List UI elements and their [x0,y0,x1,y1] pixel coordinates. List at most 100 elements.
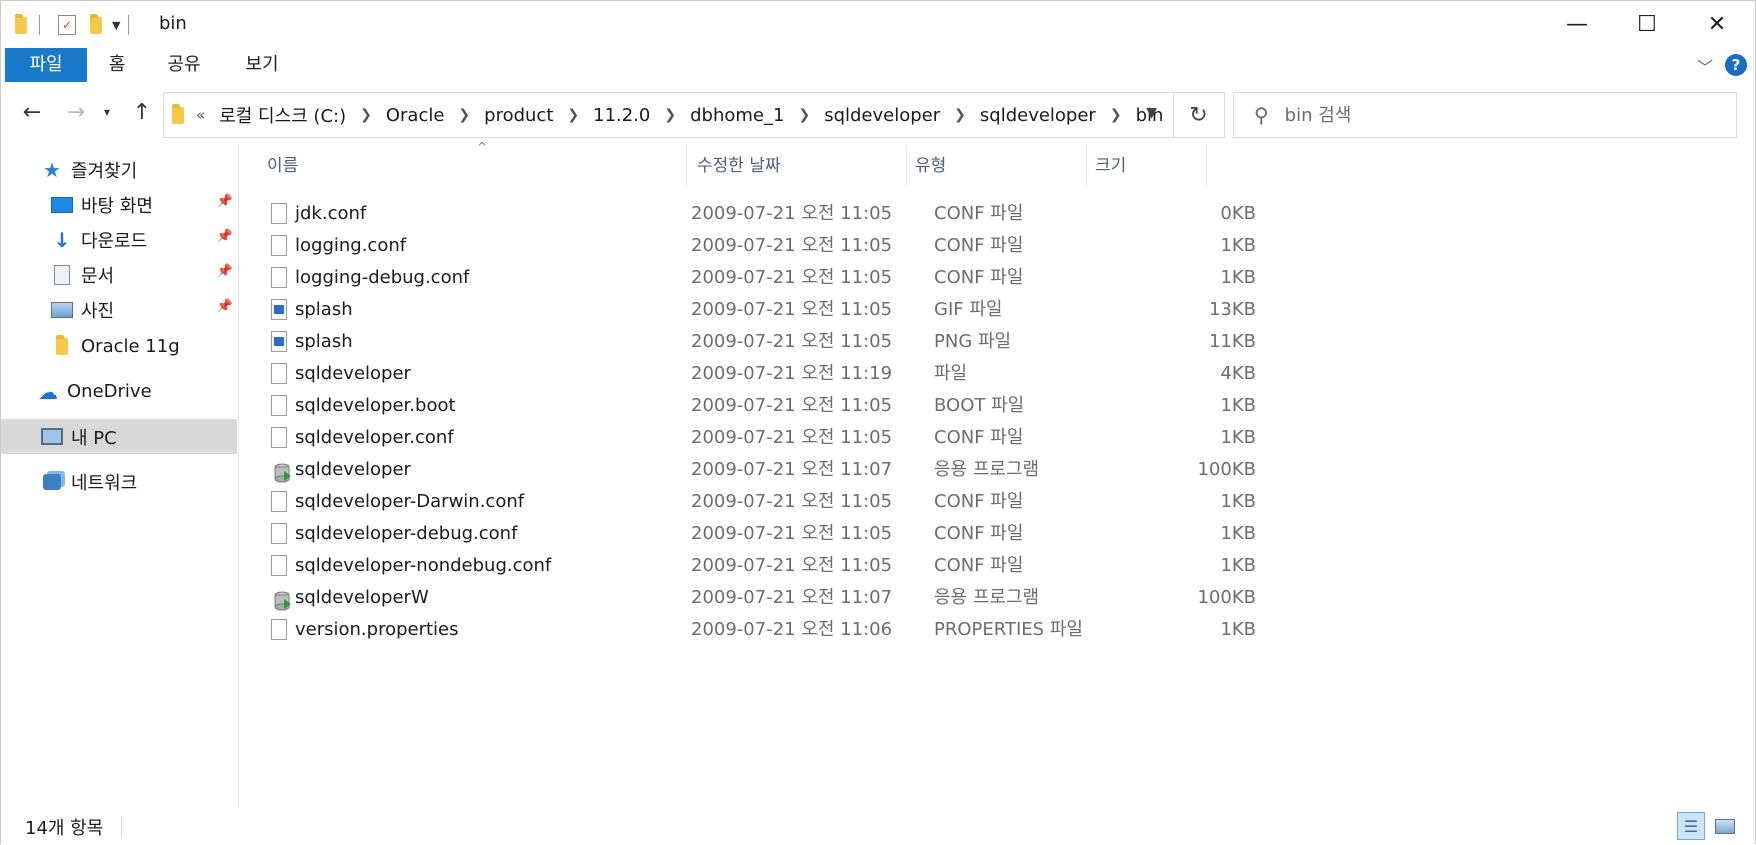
chevron-right-icon[interactable]: ❯ [954,107,966,123]
sidebar-item-documents[interactable]: 문서 📌 [1,257,237,292]
breadcrumb-item[interactable]: 로컬 디스크 (C:) [219,102,346,128]
column-header-name[interactable]: 이름 [259,146,687,186]
breadcrumb-item[interactable]: dbhome_1 [690,105,784,126]
sidebar-item-onedrive[interactable]: ☁ OneDrive [1,374,237,409]
file-type: BOOT 파일 [934,395,1025,416]
large-icons-view-icon [1715,818,1735,834]
breadcrumb-item[interactable]: sqldeveloper [980,105,1096,126]
search-input[interactable] [1282,103,1707,127]
refresh-button[interactable]: ↻ [1173,92,1225,138]
customize-toolbar-dropdown-icon[interactable]: ▼ [112,19,120,32]
breadcrumb-item[interactable]: sqldeveloper [824,105,940,126]
item-count: 14개 항목 [25,818,104,839]
file-size: 1KB [1220,267,1256,288]
file-row[interactable]: sqldeveloper-debug.conf 2009-07-21 오전 11:… [265,518,1523,550]
breadcrumb-item[interactable]: 11.2.0 [593,105,650,126]
file-date: 2009-07-21 오전 11:05 [691,235,893,256]
large-icons-view-button[interactable] [1711,812,1739,840]
file-row[interactable]: jdk.conf 2009-07-21 오전 11:05 CONF 파일 0KB [265,198,1523,230]
chevron-right-icon[interactable]: ❯ [1110,107,1122,123]
file-date: 2009-07-21 오전 11:05 [691,395,893,416]
file-row[interactable]: logging.conf 2009-07-21 오전 11:05 CONF 파일 1K… [265,230,1523,262]
file-type: 파일 [934,363,968,384]
file-row[interactable]: splash 2009-07-21 오전 11:05 GIF 파일 13KB [265,294,1523,326]
column-header-date[interactable]: 수정한 날짜 [689,146,907,186]
file-row[interactable]: sqldeveloper 2009-07-21 오전 11:07 응용 프로그램 10… [265,454,1523,486]
minimize-button[interactable]: — [1542,1,1612,48]
chevron-right-icon[interactable]: ❯ [798,107,810,123]
new-folder-icon[interactable] [90,13,102,34]
sidebar-item-desktop[interactable]: 바탕 화면 📌 [1,187,237,222]
chevron-down-icon: ▾ [103,105,111,119]
pin-icon[interactable]: 📌 [217,299,233,314]
sidebar-item-label: 네트워크 [71,472,138,494]
address-history-dropdown-icon[interactable]: ▼ [1146,105,1157,121]
sidebar-item-this-pc[interactable]: 내 PC [1,419,237,454]
forward-button[interactable]: → [61,94,91,130]
folder-icon [15,13,27,34]
file-type: GIF 파일 [934,299,1003,320]
breadcrumb-item[interactable]: product [484,105,553,126]
expand-ribbon-chevron-icon[interactable]: ﹀ [1697,54,1713,78]
pictures-icon [51,299,73,321]
toolbar-separator [128,15,130,35]
refresh-icon: ↻ [1189,102,1208,128]
file-date: 2009-07-21 오전 11:07 [691,587,893,608]
sidebar-item-favorites[interactable]: ★ 즐겨찾기 [1,152,237,187]
file-row[interactable]: logging-debug.conf 2009-07-21 오전 11:05 CON… [265,262,1523,294]
file-row[interactable]: splash 2009-07-21 오전 11:05 PNG 파일 11KB [265,326,1523,358]
file-size: 1KB [1220,427,1256,448]
network-icon [41,471,63,493]
search-icon: ⚲ [1254,103,1269,127]
pin-icon[interactable]: 📌 [217,194,233,209]
tab-share[interactable]: 공유 [159,48,209,82]
file-icon [271,427,287,448]
column-header-type[interactable]: 유형 [907,146,1087,186]
tab-home[interactable]: 홈 [97,48,137,82]
title-bar: ✓ ▼ bin — ☐ ✕ [1,1,1755,48]
file-date: 2009-07-21 오전 11:05 [691,427,893,448]
chevron-right-icon[interactable]: ❯ [360,107,372,123]
sidebar-item-oracle-11g[interactable]: Oracle 11g [1,329,237,364]
file-size: 1KB [1220,555,1256,576]
address-bar[interactable]: « 로컬 디스크 (C:) ❯ Oracle ❯ product ❯ 11.2.… [163,92,1174,138]
breadcrumb-item[interactable]: Oracle [386,105,445,126]
file-icon [271,235,287,256]
file-row[interactable]: sqldeveloperW 2009-07-21 오전 11:07 응용 프로그램 1… [265,582,1523,614]
cloud-icon: ☁ [38,379,58,404]
file-row[interactable]: sqldeveloper 2009-07-21 오전 11:19 파일 4KB [265,358,1523,390]
file-row[interactable]: sqldeveloper.boot 2009-07-21 오전 11:05 BOOT… [265,390,1523,422]
file-icon [271,555,287,576]
sidebar-item-downloads[interactable]: ↓ 다운로드 📌 [1,222,237,257]
chevron-right-icon[interactable]: ❯ [458,107,470,123]
pin-icon[interactable]: 📌 [217,264,233,279]
tab-view[interactable]: 보기 [237,48,287,82]
sidebar-item-network[interactable]: 네트워크 [1,464,237,499]
image-file-icon [271,299,287,320]
properties-icon[interactable]: ✓ [58,15,76,35]
pin-icon[interactable]: 📌 [217,229,233,244]
recent-locations-button[interactable]: ▾ [97,94,117,130]
file-name: sqldeveloperW [295,587,429,608]
column-header-size[interactable]: 크기 [1087,146,1207,186]
file-row[interactable]: sqldeveloper-Darwin.conf 2009-07-21 오전 11… [265,486,1523,518]
chevron-right-icon[interactable]: ❯ [567,107,579,123]
search-box[interactable]: ⚲ [1233,92,1737,138]
help-button[interactable]: ? [1725,54,1747,76]
details-view-button[interactable]: ☰ [1677,812,1705,840]
file-row[interactable]: sqldeveloper.conf 2009-07-21 오전 11:05 CONF… [265,422,1523,454]
file-row[interactable]: version.properties 2009-07-21 오전 11:06 PRO… [265,614,1523,646]
address-overflow[interactable]: « [196,106,205,124]
tab-file[interactable]: 파일 [5,48,87,82]
breadcrumb: 로컬 디스크 (C:) ❯ Oracle ❯ product ❯ 11.2.0 … [219,102,1163,128]
up-button[interactable]: ↑ [127,94,157,130]
file-row[interactable]: sqldeveloper-nondebug.conf 2009-07-21 오전 … [265,550,1523,582]
file-icon [271,203,287,224]
close-button[interactable]: ✕ [1682,1,1752,48]
back-button[interactable]: ← [17,94,47,130]
maximize-button[interactable]: ☐ [1612,1,1682,48]
chevron-right-icon[interactable]: ❯ [664,107,676,123]
file-type: 응용 프로그램 [934,587,1040,608]
sidebar-item-pictures[interactable]: 사진 📌 [1,292,237,327]
navigation-pane: ★ 즐겨찾기 바탕 화면 📌 ↓ 다운로드 📌 문서 📌 사진 📌 Oracle… [1,146,239,806]
